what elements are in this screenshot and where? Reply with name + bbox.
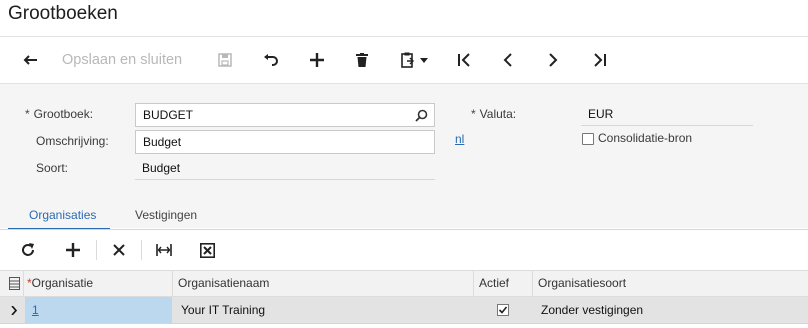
undo-button[interactable] — [257, 37, 285, 83]
undo-icon — [264, 54, 278, 66]
tab-organisaties[interactable]: Organisaties — [29, 208, 96, 222]
tab-vestigingen[interactable]: Vestigingen — [135, 208, 197, 222]
currency-label-text: Valuta: — [479, 107, 517, 121]
selected-cell[interactable] — [25, 297, 172, 323]
type-label: Soort: — [36, 161, 69, 175]
delete-row-button[interactable] — [107, 231, 131, 269]
currency-value[interactable]: EUR — [581, 104, 753, 126]
page-title: Grootboeken — [8, 3, 118, 24]
type-value: Budget — [135, 158, 435, 180]
add-icon — [310, 53, 324, 67]
save-button[interactable] — [211, 37, 239, 83]
column-header-organisatiesoort[interactable]: Organisatiesoort — [538, 271, 626, 296]
next-record-button[interactable] — [539, 37, 567, 83]
required-mark: * — [471, 107, 476, 121]
organisatiesoort-cell: Zonder vestigingen — [541, 303, 644, 317]
column-header-organisatie-label: Organisatie — [31, 276, 94, 290]
description-label: Omschrijving: — [36, 134, 109, 148]
ledger-label-text: Grootboek: — [33, 107, 94, 121]
export-excel-button[interactable] — [195, 231, 219, 269]
column-divider — [532, 271, 533, 296]
column-divider — [23, 271, 24, 296]
column-header-organisatie[interactable]: *Organisatie — [27, 271, 93, 296]
fit-columns-button[interactable] — [152, 231, 176, 269]
delete-button[interactable] — [348, 37, 376, 83]
delete-icon — [356, 53, 368, 67]
description-field[interactable]: Budget — [135, 130, 435, 154]
add-button[interactable] — [303, 37, 331, 83]
add-icon — [66, 243, 80, 257]
save-icon — [218, 53, 232, 67]
actief-checkbox[interactable] — [497, 304, 509, 316]
main-toolbar: Opslaan en sluiten — [0, 37, 808, 83]
divider — [141, 240, 142, 260]
chevron-down-icon — [419, 57, 428, 63]
language-link[interactable]: nl — [455, 132, 464, 146]
required-mark: * — [25, 107, 30, 121]
search-icon[interactable] — [415, 109, 428, 122]
refresh-icon — [22, 243, 34, 256]
last-icon — [594, 53, 606, 67]
back-button[interactable] — [16, 37, 44, 83]
column-header-organisatienaam[interactable]: Organisatienaam — [178, 271, 269, 296]
divider — [0, 229, 808, 230]
next-icon — [549, 53, 558, 67]
tab-bar: Organisaties Vestigingen — [0, 199, 808, 229]
table-row[interactable]: 1 Your IT Training Zonder vestigingen — [0, 297, 808, 324]
consolidation-checkbox[interactable] — [582, 133, 594, 145]
clipboard-menu-button[interactable] — [394, 37, 434, 83]
save-close-button[interactable]: Opslaan en sluiten — [62, 37, 192, 83]
organisatienaam-cell: Your IT Training — [181, 303, 266, 317]
excel-icon — [199, 242, 215, 258]
clipboard-icon — [400, 52, 414, 68]
ledger-field[interactable]: BUDGET — [135, 103, 435, 127]
ledger-value: BUDGET — [143, 108, 194, 122]
back-icon — [23, 55, 37, 65]
previous-record-button[interactable] — [494, 37, 522, 83]
first-record-button[interactable] — [450, 37, 478, 83]
refresh-button[interactable] — [16, 231, 40, 269]
first-icon — [458, 53, 470, 67]
row-selector-icon[interactable] — [9, 277, 20, 290]
checkmark-icon — [497, 304, 509, 316]
organisatie-link[interactable]: 1 — [32, 297, 39, 323]
column-divider — [172, 271, 173, 296]
grid-header: *Organisatie Organisatienaam Actief Orga… — [0, 270, 808, 297]
last-record-button[interactable] — [586, 37, 614, 83]
consolidation-label: Consolidatie-bron — [598, 131, 693, 145]
fit-width-icon — [156, 244, 172, 256]
current-row-indicator-icon — [11, 306, 17, 315]
divider — [96, 240, 97, 260]
currency-label: * Valuta: — [471, 107, 516, 121]
add-row-button[interactable] — [61, 231, 85, 269]
grid-toolbar — [0, 231, 808, 269]
prev-icon — [503, 53, 512, 67]
ledger-label: * Grootboek: — [25, 107, 93, 121]
column-divider — [473, 271, 474, 296]
close-icon — [113, 244, 125, 256]
column-header-actief[interactable]: Actief — [479, 271, 509, 296]
